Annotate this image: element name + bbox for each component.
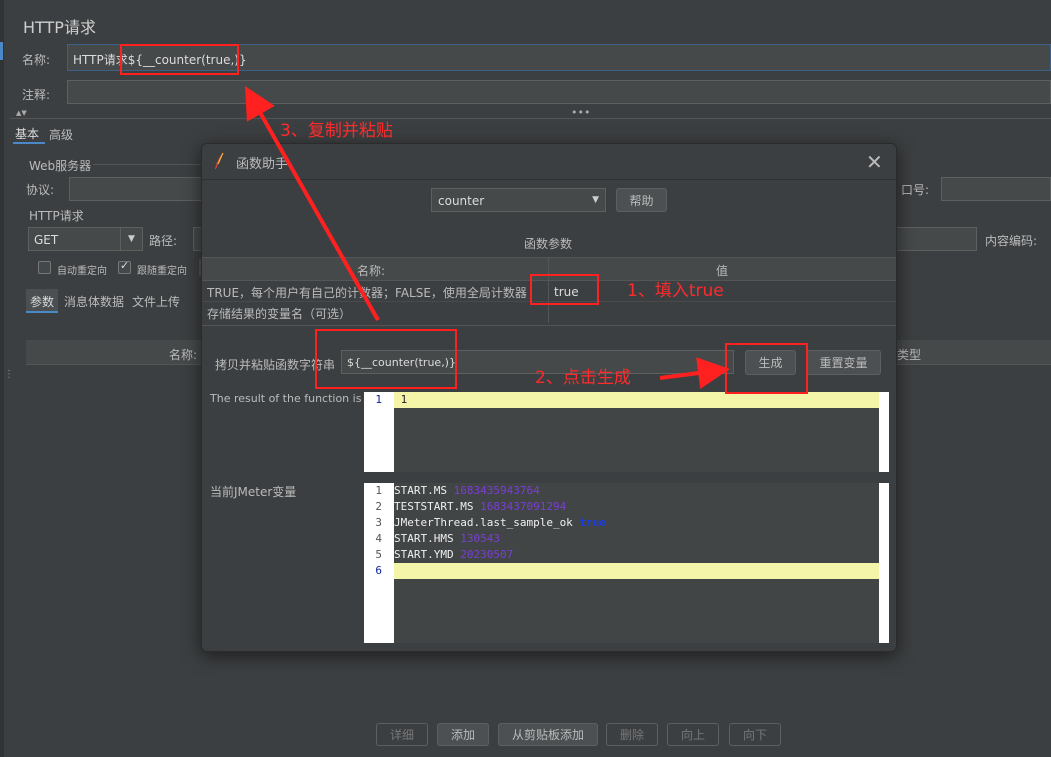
arrow-to-name-field — [245, 86, 380, 321]
annotation-arrows — [245, 86, 730, 389]
arrow-to-generate — [659, 357, 730, 389]
